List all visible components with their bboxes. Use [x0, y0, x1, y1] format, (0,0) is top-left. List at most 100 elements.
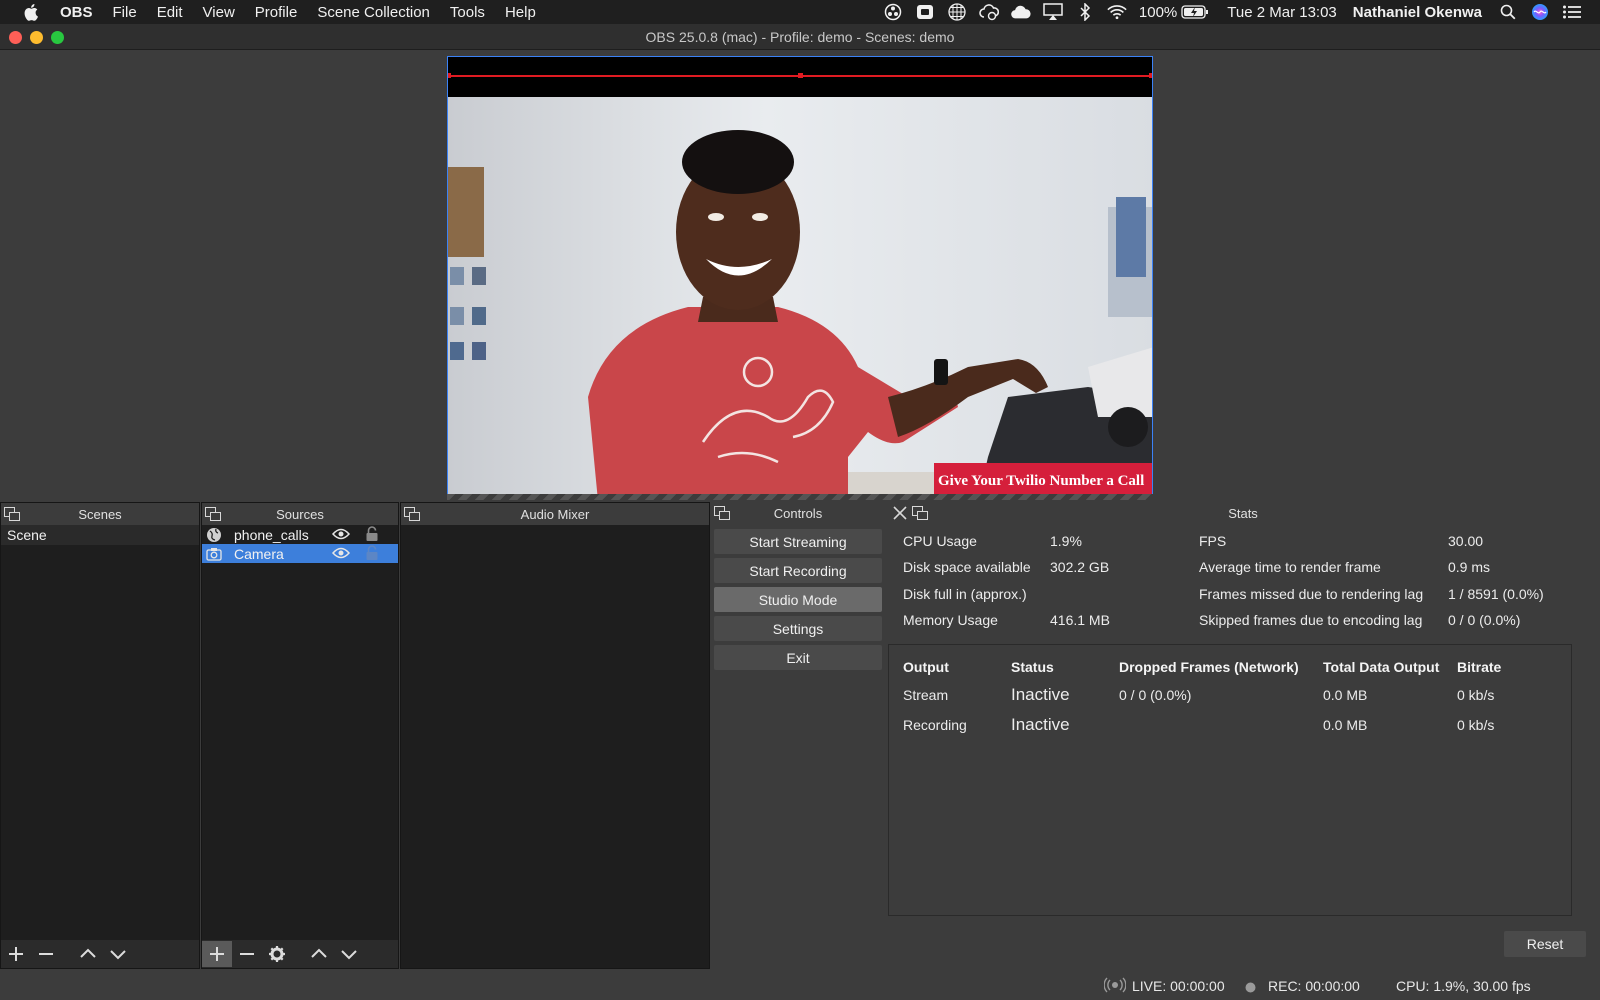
obs-tray-icon[interactable]: [883, 3, 903, 21]
stat-disk-space-label: Disk space available: [903, 559, 1031, 575]
plus-icon: [210, 947, 224, 961]
source-list-item[interactable]: phone_calls: [202, 525, 398, 544]
table-cell-output: Stream: [903, 687, 949, 703]
menu-scene-collection[interactable]: Scene Collection: [317, 4, 430, 21]
table-header-status: Status: [1011, 659, 1054, 675]
user-name[interactable]: Nathaniel Okenwa: [1353, 4, 1482, 21]
scenes-dock-title: Scenes: [78, 506, 122, 522]
sources-dock-title: Sources: [276, 506, 324, 522]
audio-mixer-dock: Audio Mixer: [400, 502, 710, 969]
stat-render-time-label: Average time to render frame: [1199, 559, 1381, 575]
notification-center-icon[interactable]: [1562, 3, 1582, 21]
stat-render-time-value: 0.9 ms: [1448, 559, 1491, 575]
preview-canvas[interactable]: Give Your Twilio Number a Call: [447, 56, 1153, 500]
transform-handle[interactable]: [798, 73, 803, 78]
stat-frames-missed-value: 1 / 8591 (0.0%): [1448, 586, 1544, 602]
stat-disk-space-value: 302.2 GB: [1050, 559, 1110, 575]
transform-handle[interactable]: [448, 73, 451, 78]
status-bar: LIVE: 00:00:00 REC: 00:00:00 CPU: 1.9%, …: [0, 970, 1600, 1000]
chevron-up-icon: [311, 948, 327, 958]
move-scene-up-button[interactable]: [73, 941, 103, 967]
move-scene-down-button[interactable]: [103, 941, 133, 967]
menu-view[interactable]: View: [203, 4, 235, 21]
stat-cpu-usage-label: CPU Usage: [903, 533, 977, 549]
cloud-icon[interactable]: [1011, 3, 1031, 21]
table-cell-output: Recording: [903, 717, 967, 733]
scenes-dock-header: Scenes: [1, 503, 199, 525]
stat-fps-label: FPS: [1199, 533, 1227, 549]
plus-icon: [9, 947, 23, 961]
table-cell-total-data: 0.0 MB: [1323, 687, 1368, 703]
source-properties-button[interactable]: [262, 941, 292, 967]
studio-mode-button[interactable]: Studio Mode: [714, 587, 882, 612]
lock-icon[interactable]: [365, 526, 379, 545]
live-timer: LIVE: 00:00:00: [1132, 978, 1225, 994]
settings-button[interactable]: Settings: [714, 616, 882, 641]
scene-list-item[interactable]: Scene: [1, 525, 199, 545]
remove-source-button[interactable]: [232, 941, 262, 967]
transform-handle[interactable]: [1149, 73, 1152, 78]
lock-icon[interactable]: [365, 545, 379, 564]
remove-scene-button[interactable]: [31, 941, 61, 967]
cloud-sync-icon[interactable]: [979, 3, 999, 21]
visibility-eye-icon[interactable]: [331, 546, 351, 562]
menu-help[interactable]: Help: [505, 4, 536, 21]
start-streaming-button[interactable]: Start Streaming: [714, 529, 882, 554]
airplay-icon[interactable]: [1043, 3, 1063, 21]
undock-icon[interactable]: [4, 507, 20, 521]
add-source-button[interactable]: [202, 941, 232, 967]
reset-stats-button[interactable]: Reset: [1504, 931, 1586, 957]
siri-icon[interactable]: [1530, 3, 1550, 21]
stat-memory-usage-value: 416.1 MB: [1050, 612, 1110, 628]
window-minimize-button[interactable]: [30, 31, 43, 44]
bluetooth-icon[interactable]: [1075, 3, 1095, 21]
scenes-list[interactable]: Scene: [1, 525, 199, 940]
stat-cpu-usage-value: 1.9%: [1050, 533, 1082, 549]
chevron-up-icon: [80, 948, 96, 958]
preview-area[interactable]: Give Your Twilio Number a Call: [0, 50, 1600, 500]
menu-app-obs[interactable]: OBS: [60, 4, 93, 21]
menu-file[interactable]: File: [113, 4, 137, 21]
move-source-down-button[interactable]: [334, 941, 364, 967]
battery-icon[interactable]: [1181, 3, 1209, 21]
browser-globe-icon: [206, 527, 222, 543]
menu-tools[interactable]: Tools: [450, 4, 485, 21]
output-stats-table: Output Status Dropped Frames (Network) T…: [888, 644, 1572, 916]
sources-list[interactable]: phone_calls Camera: [202, 525, 398, 940]
table-header-dropped-frames: Dropped Frames (Network): [1119, 659, 1299, 675]
undock-icon[interactable]: [714, 506, 730, 520]
window-close-button[interactable]: [9, 31, 22, 44]
apple-logo-icon[interactable]: [22, 2, 42, 22]
audio-mixer-dock-title: Audio Mixer: [520, 506, 590, 522]
undock-icon[interactable]: [404, 507, 420, 521]
clock-datetime[interactable]: Tue 2 Mar 13:03: [1227, 4, 1337, 21]
move-source-up-button[interactable]: [304, 941, 334, 967]
controls-dock-header: Controls: [711, 502, 885, 524]
exit-button[interactable]: Exit: [714, 645, 882, 670]
controls-dock-title: Controls: [773, 505, 823, 521]
table-cell-bitrate: 0 kb/s: [1457, 687, 1495, 703]
grid-icon[interactable]: [947, 3, 967, 21]
undock-icon[interactable]: [205, 507, 221, 521]
window-zoom-button[interactable]: [51, 31, 64, 44]
wifi-icon[interactable]: [1107, 3, 1127, 21]
preview-dock-splitter[interactable]: [447, 494, 1153, 500]
minus-icon: [240, 953, 254, 955]
sources-dock: Sources phone_calls Camera: [201, 502, 399, 969]
record-icon[interactable]: [915, 3, 935, 21]
source-list-item[interactable]: Camera: [202, 544, 398, 563]
stats-close-icon[interactable]: [892, 505, 908, 524]
camera-icon: [206, 546, 222, 562]
table-header-total-data: Total Data Output: [1323, 659, 1440, 675]
menu-profile[interactable]: Profile: [255, 4, 298, 21]
live-broadcast-icon: [1103, 977, 1127, 996]
spotlight-search-icon[interactable]: [1498, 3, 1518, 21]
visibility-eye-icon[interactable]: [331, 527, 351, 543]
menu-edit[interactable]: Edit: [157, 4, 183, 21]
add-scene-button[interactable]: [1, 941, 31, 967]
scenes-toolbar: [1, 940, 199, 968]
undock-icon[interactable]: [912, 506, 928, 520]
sources-toolbar: [202, 940, 398, 968]
stat-memory-usage-label: Memory Usage: [903, 612, 998, 628]
start-recording-button[interactable]: Start Recording: [714, 558, 882, 583]
